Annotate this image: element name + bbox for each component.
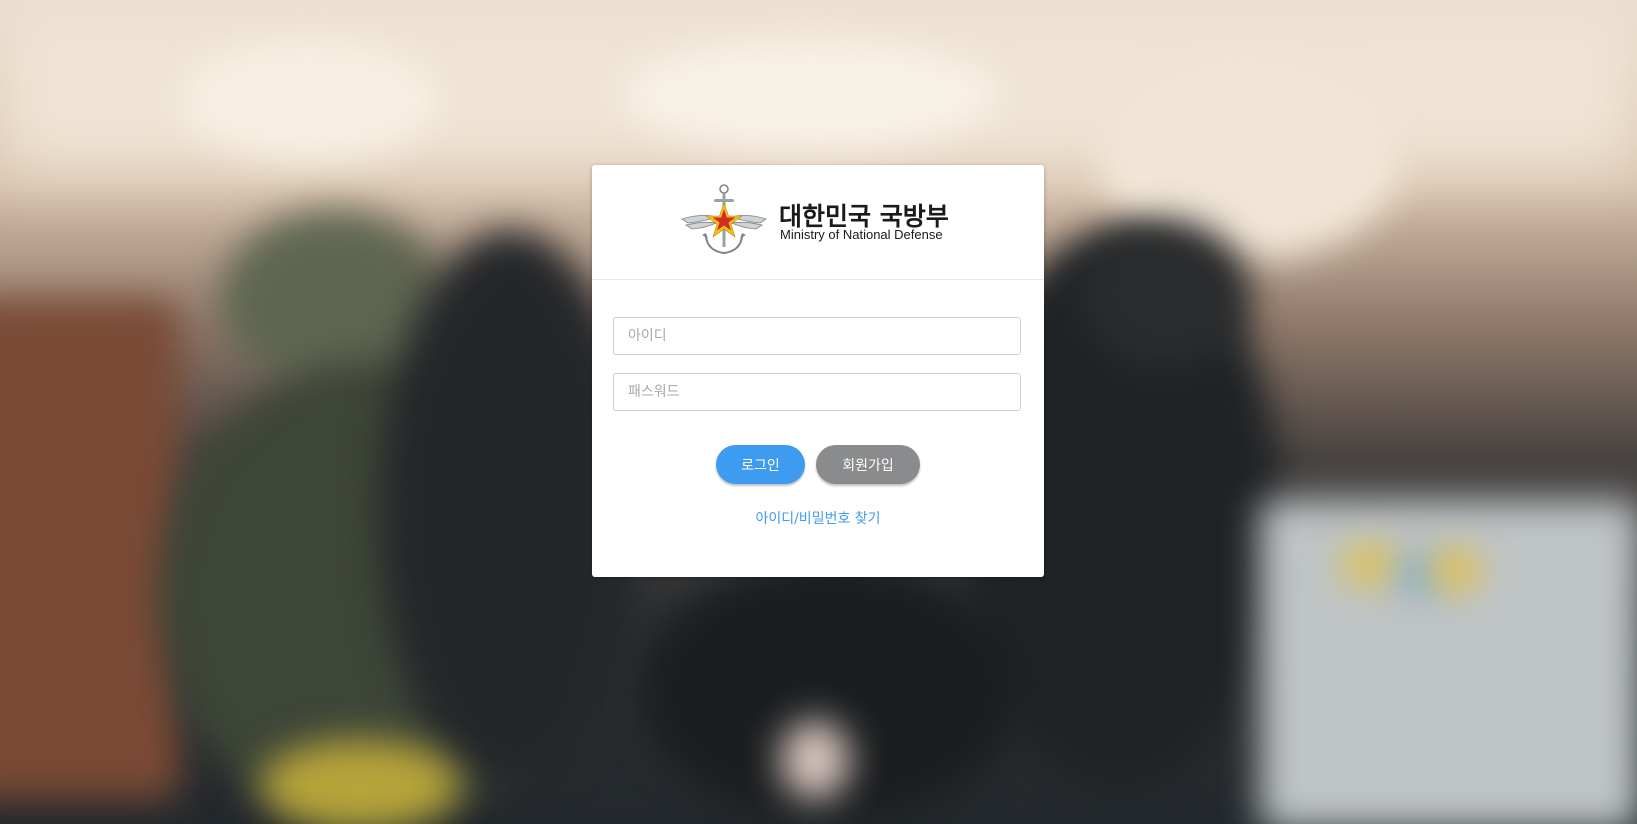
login-button[interactable]: 로그인 — [716, 445, 805, 484]
card-header: 대한민국 국방부 Ministry of National Defense — [592, 165, 1044, 280]
login-card: 대한민국 국방부 Ministry of National Defense 로그… — [592, 165, 1044, 577]
brand-name-english: Ministry of National Defense — [780, 227, 943, 242]
password-input[interactable] — [613, 373, 1021, 411]
signup-button[interactable]: 회원가입 — [816, 445, 920, 484]
find-id-password-link[interactable]: 아이디/비밀번호 찾기 — [592, 508, 1044, 528]
user-id-input[interactable] — [613, 317, 1021, 355]
mnd-emblem-icon — [681, 184, 767, 255]
